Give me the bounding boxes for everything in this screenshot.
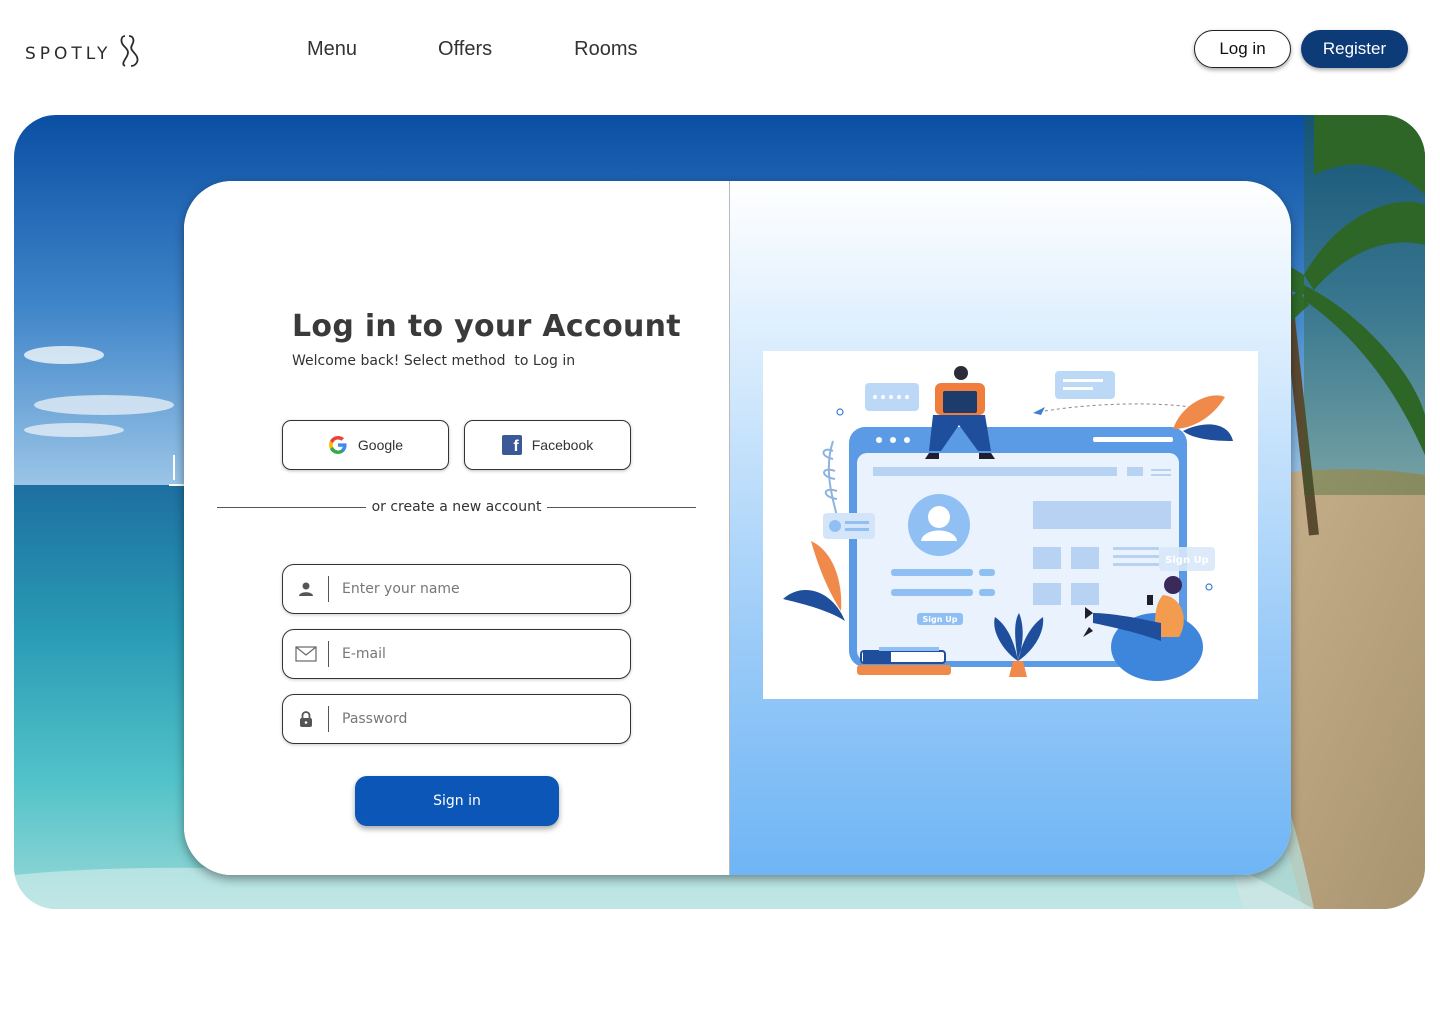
signin-button[interactable]: Sign in bbox=[355, 776, 559, 826]
illustration-signup-text: Sign Up bbox=[923, 615, 958, 624]
nav-rooms[interactable]: Rooms bbox=[574, 38, 637, 61]
main-nav: Menu Offers Rooms bbox=[307, 38, 637, 61]
email-input[interactable] bbox=[342, 646, 612, 662]
illustration-panel-signup-text: Sign Up bbox=[1165, 555, 1209, 566]
divider-line-left bbox=[217, 506, 366, 508]
google-label: Google bbox=[357, 437, 404, 453]
signup-illustration: Sign Up Sign Up bbox=[763, 351, 1258, 699]
login-title: Log in to your Account bbox=[292, 309, 681, 344]
envelope-icon bbox=[283, 641, 329, 667]
google-icon bbox=[328, 436, 347, 454]
user-icon bbox=[283, 576, 329, 602]
login-subtitle: Welcome back! Select method to Log in bbox=[292, 353, 576, 369]
divider-text: or create a new account bbox=[371, 499, 542, 515]
or-divider: or create a new account bbox=[217, 497, 697, 517]
logo-mark-icon bbox=[121, 35, 139, 67]
facebook-login-button[interactable]: f Facebook bbox=[464, 420, 631, 470]
email-field bbox=[282, 629, 631, 679]
login-card: Log in to your Account Welcome back! Sel… bbox=[184, 181, 1291, 875]
password-input[interactable] bbox=[342, 711, 612, 727]
name-input[interactable] bbox=[342, 581, 612, 597]
logo-text: SPOTLY bbox=[25, 44, 112, 64]
google-login-button[interactable]: Google bbox=[282, 420, 449, 470]
facebook-label: Facebook bbox=[531, 437, 594, 453]
header-register-button[interactable]: Register bbox=[1301, 30, 1408, 68]
login-form-panel: Log in to your Account Welcome back! Sel… bbox=[184, 181, 729, 875]
divider-line-right bbox=[547, 506, 697, 508]
header-login-button[interactable]: Log in bbox=[1194, 30, 1291, 68]
facebook-icon: f bbox=[501, 435, 522, 455]
spotly-logo[interactable]: SPOTLY bbox=[25, 34, 141, 68]
site-header: SPOTLY Menu Offers Rooms Log in Register bbox=[0, 0, 1440, 100]
nav-menu[interactable]: Menu bbox=[307, 38, 357, 61]
lock-icon bbox=[283, 706, 329, 732]
password-field bbox=[282, 694, 631, 744]
nav-offers[interactable]: Offers bbox=[438, 38, 492, 61]
signup-illustration-image: Sign Up Sign Up bbox=[783, 366, 1233, 681]
name-field bbox=[282, 564, 631, 614]
illustration-panel: Sign Up Sign Up bbox=[730, 181, 1291, 875]
